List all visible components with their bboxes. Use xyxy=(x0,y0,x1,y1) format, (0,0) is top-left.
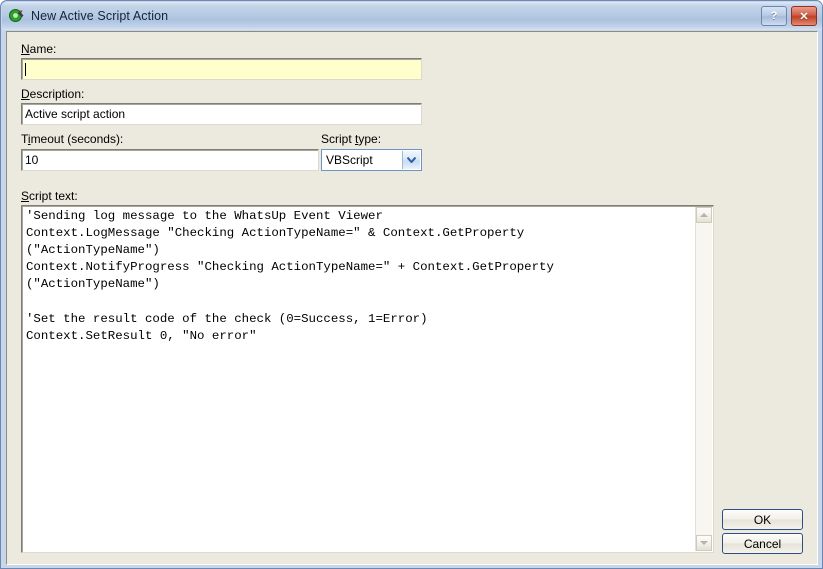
script-text-editor[interactable]: 'Sending log message to the WhatsUp Even… xyxy=(21,205,714,553)
description-label-text: escription: xyxy=(30,87,85,101)
help-button[interactable]: ? xyxy=(761,6,787,26)
script-type-label: Script type: xyxy=(321,132,381,146)
name-label: Name: xyxy=(21,42,56,56)
green-sphere-icon xyxy=(8,7,26,25)
script-type-select[interactable]: VBScript xyxy=(321,149,422,171)
name-label-text: ame: xyxy=(30,42,57,56)
timeout-label-text: meout (seconds): xyxy=(31,132,124,146)
script-type-label-text: ype: xyxy=(358,132,381,146)
timeout-label: Timeout (seconds): xyxy=(21,132,123,146)
description-input-value: Active script action xyxy=(25,107,125,121)
timeout-input[interactable]: 10 xyxy=(21,149,319,171)
ok-button[interactable]: OK xyxy=(722,509,803,530)
timeout-input-value: 10 xyxy=(25,153,38,167)
script-text-content: 'Sending log message to the WhatsUp Even… xyxy=(26,208,693,345)
chevron-up-icon xyxy=(700,213,708,217)
script-text-label-text: cript text: xyxy=(29,189,78,203)
chevron-down-icon[interactable] xyxy=(402,151,420,169)
description-label: Description: xyxy=(21,87,84,101)
dialog-window: New Active Script Action ? ✕ Name: Descr… xyxy=(0,0,823,569)
chevron-down-icon xyxy=(700,541,708,545)
timeout-label-prefix: T xyxy=(21,132,28,146)
script-type-value: VBScript xyxy=(326,153,373,167)
scroll-down-button[interactable] xyxy=(696,535,712,551)
titlebar-buttons: ? ✕ xyxy=(761,6,817,26)
script-text-label: Script text: xyxy=(21,189,78,203)
cancel-button[interactable]: Cancel xyxy=(722,533,803,554)
name-input[interactable] xyxy=(21,58,422,80)
script-text-scrollbar[interactable] xyxy=(695,207,712,551)
text-caret xyxy=(25,63,26,76)
description-input[interactable]: Active script action xyxy=(21,103,422,125)
name-label-accel: N xyxy=(21,42,30,56)
dialog-client-area: Name: Description: Active script action … xyxy=(6,31,818,565)
close-button[interactable]: ✕ xyxy=(791,6,817,26)
titlebar[interactable]: New Active Script Action ? ✕ xyxy=(2,2,823,30)
description-label-accel: D xyxy=(21,87,30,101)
script-text-label-accel: S xyxy=(21,189,29,203)
script-type-label-prefix: Script xyxy=(321,132,355,146)
window-title: New Active Script Action xyxy=(31,9,168,23)
scroll-up-button[interactable] xyxy=(696,207,712,223)
